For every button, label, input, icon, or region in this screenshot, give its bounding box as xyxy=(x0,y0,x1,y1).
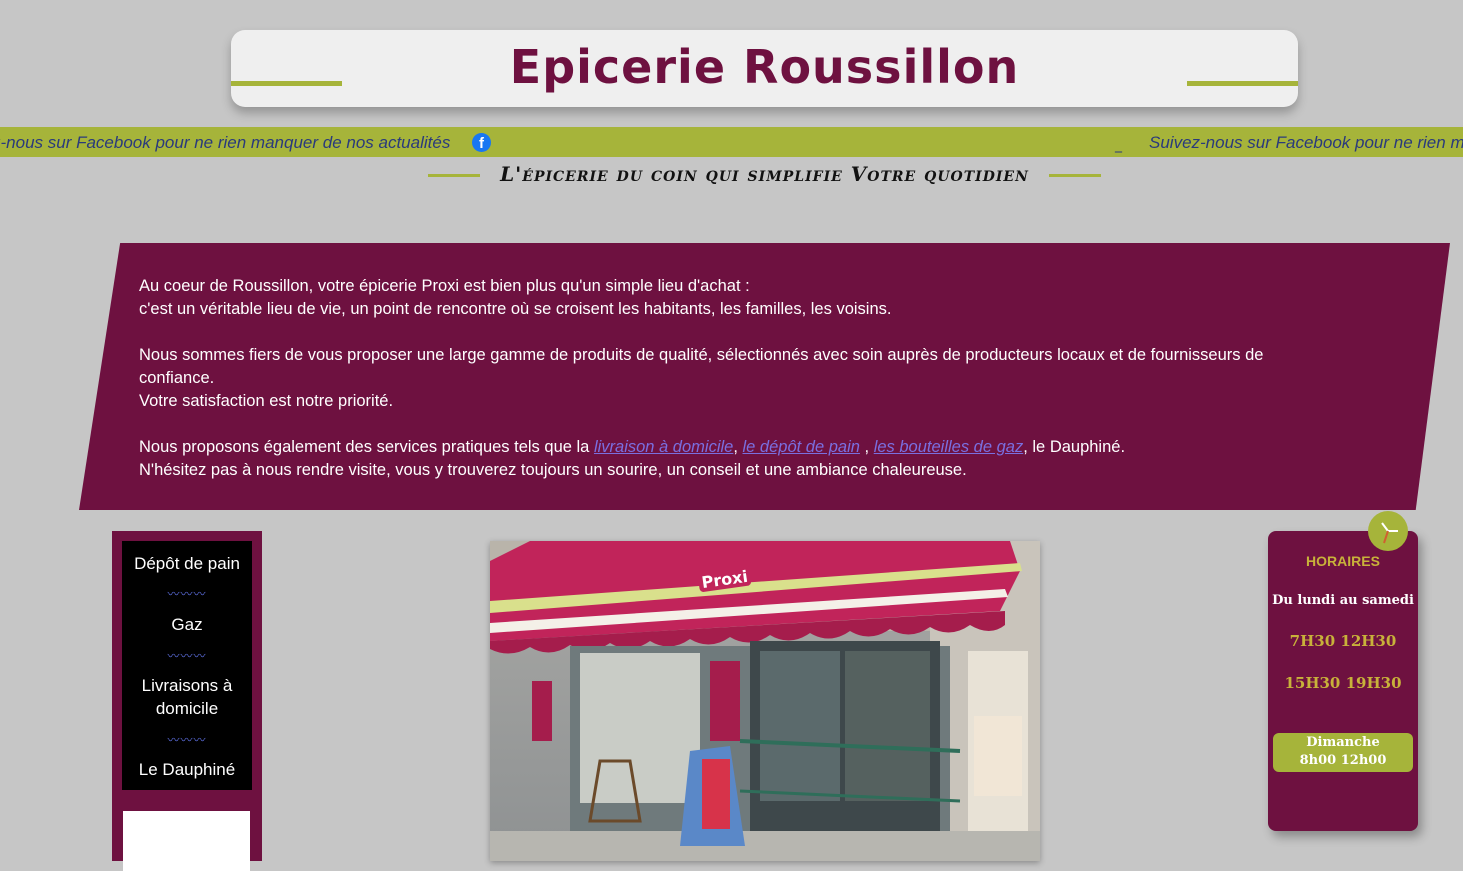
intro-line-2: c'est un véritable lieu de vie, un point… xyxy=(139,300,892,318)
menu-divider: 〰〰〰 xyxy=(167,649,207,663)
site-title[interactable]: Epicerie Roussillon xyxy=(231,40,1298,94)
opening-hours-card: HORAIRES Du lundi au samedi 7H30 12H30 1… xyxy=(1268,531,1418,831)
sunday-label: Dimanche xyxy=(1306,735,1380,750)
services-comma-2: , xyxy=(859,438,874,456)
storefront-photo: Proxi xyxy=(490,541,1040,861)
tagline-text: L'épicerie du coin qui simplifie Votre q… xyxy=(500,162,1029,186)
tagline-decor-line-left xyxy=(428,174,480,177)
services-comma-1: , xyxy=(733,438,743,456)
marquee-separator: _ xyxy=(1115,137,1122,153)
sidebar-white-box xyxy=(123,811,250,871)
menu-divider: 〰〰〰 xyxy=(167,733,207,747)
services-menu: Dépôt de pain 〰〰〰 Gaz 〰〰〰 Livraisons à d… xyxy=(122,541,252,790)
intro-text: Au coeur de Roussillon, votre épicerie P… xyxy=(139,275,1339,505)
facebook-icon[interactable]: f xyxy=(472,133,491,152)
menu-divider: 〰〰〰 xyxy=(167,587,207,601)
intro-paragraph-2: Nous sommes fiers de vous proposer une l… xyxy=(139,344,1339,413)
menu-item-dauphine[interactable]: Le Dauphiné xyxy=(122,758,252,781)
menu-item-livraisons[interactable]: Livraisons à domicile xyxy=(122,674,252,720)
link-bouteilles-gaz[interactable]: les bouteilles de gaz xyxy=(874,438,1024,456)
site-header: Epicerie Roussillon xyxy=(231,30,1298,107)
link-depot-pain[interactable]: le dépôt de pain xyxy=(743,438,860,456)
clock-icon[interactable] xyxy=(1368,511,1408,551)
marquee-message-repeat[interactable]: Suivez-nous sur Facebook pour ne rien ma xyxy=(1149,133,1463,153)
link-livraison[interactable]: livraison à domicile xyxy=(594,438,733,456)
intro-paragraph-3: Nous proposons également des services pr… xyxy=(139,436,1339,482)
tagline-decor-line-right xyxy=(1049,174,1101,177)
header-decor-line-right xyxy=(1187,81,1298,86)
menu-item-depot-pain[interactable]: Dépôt de pain xyxy=(122,552,252,575)
intro-panel: Au coeur de Roussillon, votre épicerie P… xyxy=(79,243,1450,510)
sunday-hours: 8h00 12h00 xyxy=(1299,753,1387,768)
marquee-message[interactable]: z-nous sur Facebook pour ne rien manquer… xyxy=(0,133,450,153)
intro-line-6: N'hésitez pas à nous rendre visite, vous… xyxy=(139,461,967,479)
intro-line-4: Votre satisfaction est notre priorité. xyxy=(139,392,394,410)
services-sidebar: Dépôt de pain 〰〰〰 Gaz 〰〰〰 Livraisons à d… xyxy=(112,531,262,871)
hours-afternoon: 15H30 19H30 xyxy=(1284,674,1402,692)
hours-days: Du lundi au samedi xyxy=(1272,593,1414,608)
intro-line-3: Nous sommes fiers de vous proposer une l… xyxy=(139,346,1264,387)
hours-title: HORAIRES xyxy=(1306,553,1380,569)
intro-line-1: Au coeur de Roussillon, votre épicerie P… xyxy=(139,277,750,295)
services-prefix: Nous proposons également des services pr… xyxy=(139,438,594,456)
services-suffix: , le Dauphiné. xyxy=(1023,438,1126,456)
sunday-hours-badge: Dimanche 8h00 12h00 xyxy=(1273,733,1413,772)
facebook-marquee-banner[interactable]: z-nous sur Facebook pour ne rien manquer… xyxy=(0,127,1463,157)
storefront-illustration: Proxi xyxy=(490,541,1040,861)
hours-morning: 7H30 12H30 xyxy=(1289,632,1397,650)
menu-item-gaz[interactable]: Gaz xyxy=(122,613,252,636)
intro-paragraph-1: Au coeur de Roussillon, votre épicerie P… xyxy=(139,275,1339,321)
tagline: L'épicerie du coin qui simplifie Votre q… xyxy=(428,162,1101,192)
